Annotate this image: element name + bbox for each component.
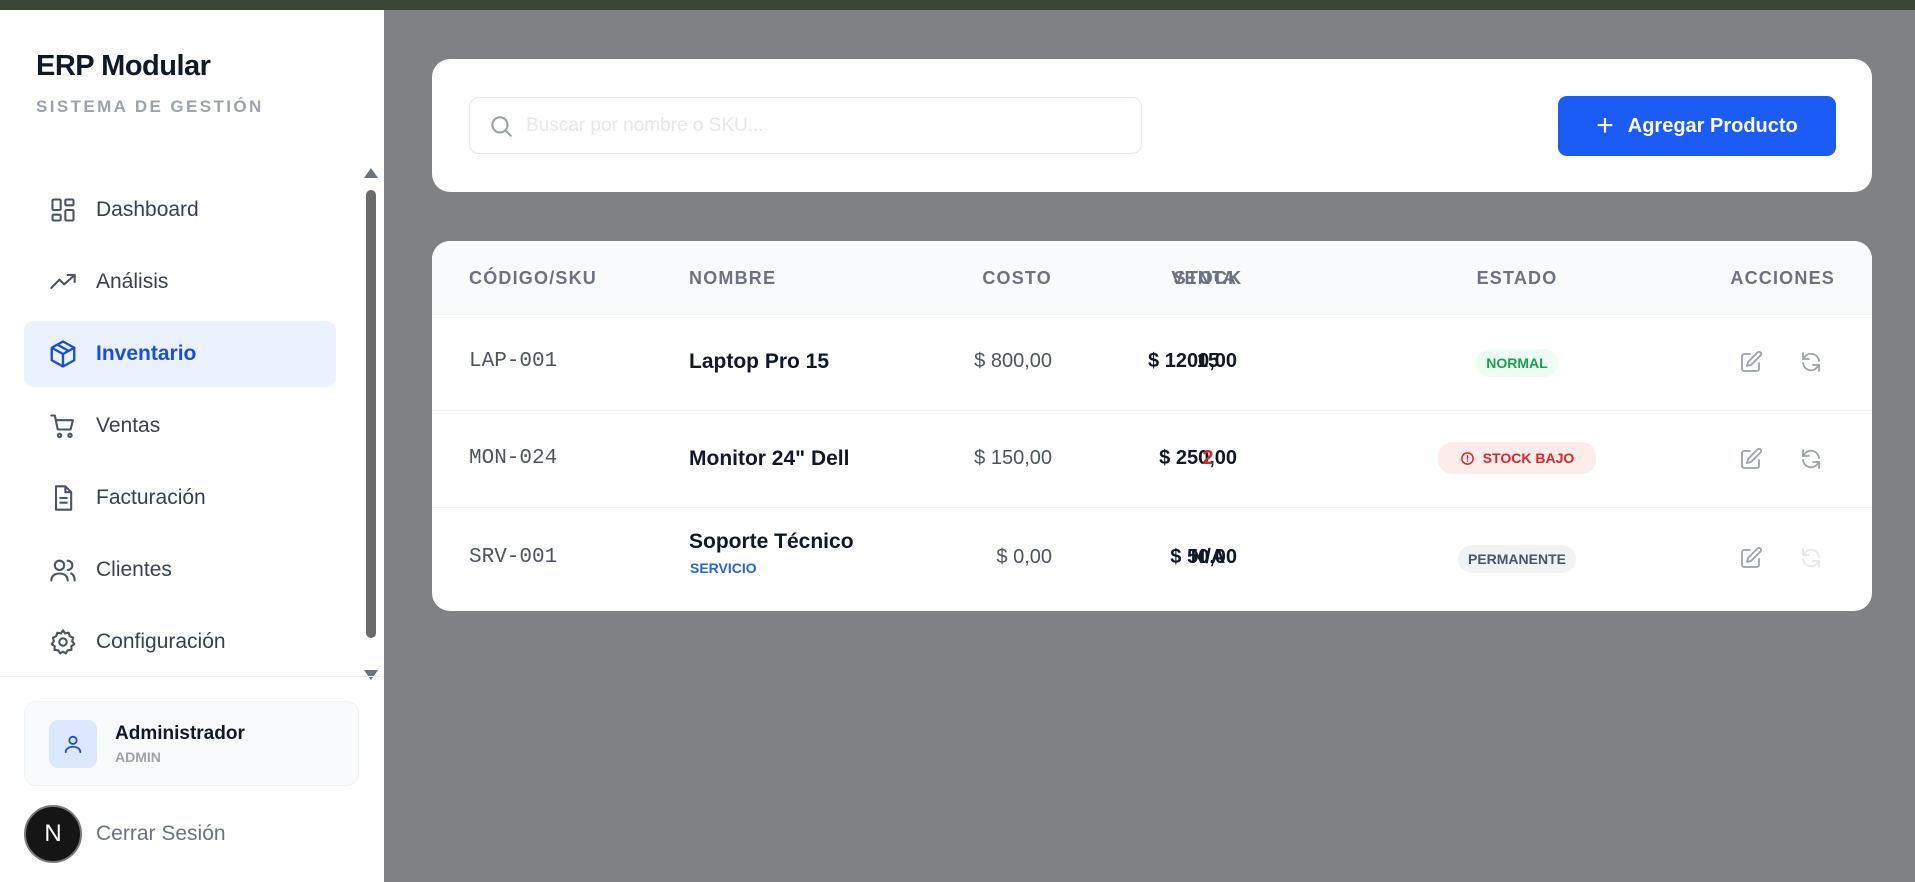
search-box[interactable] [469,97,1142,154]
user-role: ADMIN [115,748,161,765]
table-row: MON-024 Monitor 24" Dell $ 150,00 $ 250,… [432,410,1872,507]
sidebar-item-label: Inventario [96,342,197,365]
stock-cell: 15 [1196,350,1220,372]
stock-cell: 2 [1202,447,1214,469]
product-name: Monitor 24" Dell [689,447,850,470]
add-product-button[interactable]: + Agregar Producto [1558,96,1836,156]
sidebar-item-inventario[interactable]: Inventario [24,321,336,387]
scroll-down-arrow-icon[interactable] [364,670,378,680]
status-badge-label: STOCK BAJO [1482,450,1575,466]
trending-up-icon [48,267,78,297]
status-cell: PERMANENTE [1412,545,1622,573]
refresh-icon [1795,542,1827,574]
cost-cell: $ 800,00 [974,350,1052,372]
inventory-table: CÓDIGO/SKU NOMBRE COSTO VENTA STOCK ESTA… [432,241,1872,611]
user-name: Administrador [115,722,245,744]
edit-icon[interactable] [1735,542,1767,574]
header-sku[interactable]: CÓDIGO/SKU [469,268,597,289]
sidebar-item-dashboard[interactable]: Dashboard [24,177,336,243]
plus-icon: + [1596,109,1614,142]
search-icon [488,113,514,139]
sidebar-item-ventas[interactable]: Ventas [24,393,336,459]
scroll-up-arrow-icon[interactable] [364,168,378,178]
header-status[interactable]: ESTADO [1412,268,1622,289]
refresh-icon[interactable] [1795,346,1827,378]
product-name: Laptop Pro 15 [689,350,830,373]
toolbar-card: + Agregar Producto [432,59,1872,192]
edit-icon[interactable] [1735,443,1767,475]
logout-button[interactable]: N Cerrar Sesión [24,805,226,863]
sidebar-item-facturacion[interactable]: Facturación [24,465,336,531]
sidebar-scrollbar[interactable] [364,168,378,680]
search-input[interactable] [526,114,1126,137]
header-stock[interactable]: STOCK [1132,268,1284,289]
sku-cell: MON-024 [469,447,558,470]
product-name: Soporte Técnico [689,530,854,553]
brand-subtitle: SISTEMA DE GESTIÓN [36,97,264,116]
sidebar-item-label: Facturación [96,486,206,509]
dashboard-grid-icon [48,195,78,225]
refresh-icon[interactable] [1795,443,1827,475]
table-row: SRV-001 Soporte Técnico SERVICIO $ 0,00 … [432,507,1872,611]
shopping-cart-icon [48,411,78,441]
status-cell: NORMAL [1412,349,1622,377]
package-icon [48,339,78,369]
cost-cell: $ 150,00 [974,447,1052,469]
status-badge: STOCK BAJO [1437,442,1597,474]
users-icon [48,555,78,585]
add-product-label: Agregar Producto [1627,114,1798,137]
table-header: CÓDIGO/SKU NOMBRE COSTO VENTA STOCK ESTA… [432,241,1872,314]
brand: ERP Modular SISTEMA DE GESTIÓN [36,50,264,117]
sidebar-item-label: Análisis [96,270,169,293]
status-cell: STOCK BAJO [1412,442,1622,474]
gear-icon [48,627,78,657]
edit-icon[interactable] [1735,346,1767,378]
scrollbar-thumb[interactable] [366,190,376,638]
sku-cell: LAP-001 [469,350,558,373]
document-icon [48,483,78,513]
alert-circle-icon [1460,451,1474,465]
sidebar-item-label: Configuración [96,630,226,653]
sidebar-item-label: Ventas [96,414,161,437]
sidebar-item-label: Clientes [96,558,172,581]
table-row: LAP-001 Laptop Pro 15 $ 800,00 $ 1200,00… [432,314,1872,410]
sidebar: ERP Modular SISTEMA DE GESTIÓN Dashboard… [0,10,384,882]
status-badge: PERMANENTE [1457,545,1576,573]
header-name[interactable]: NOMBRE [689,268,776,289]
sidebar-item-clientes[interactable]: Clientes [24,537,336,603]
sidebar-item-configuracion[interactable]: Configuración [24,609,336,675]
user-card: Administrador ADMIN [24,701,359,786]
n-logo-badge[interactable]: N [24,805,82,863]
window-top-strip [0,0,1915,10]
sidebar-divider [0,676,384,677]
avatar [49,719,97,768]
sidebar-item-analisis[interactable]: Análisis [24,249,336,315]
stock-cell: N/A [1190,546,1226,568]
logout-label: Cerrar Sesión [96,822,226,845]
header-actions: ACCIONES [1730,268,1835,288]
brand-title: ERP Modular [36,50,211,82]
sidebar-nav: Dashboard Análisis Inventario Ventas Fac… [24,177,336,681]
status-badge: NORMAL [1476,349,1558,377]
cost-cell: $ 0,00 [996,546,1052,568]
sku-cell: SRV-001 [469,546,558,569]
product-type-tag: SERVICIO [690,560,757,576]
header-cost[interactable]: COSTO [982,268,1052,289]
sidebar-item-label: Dashboard [96,198,199,221]
